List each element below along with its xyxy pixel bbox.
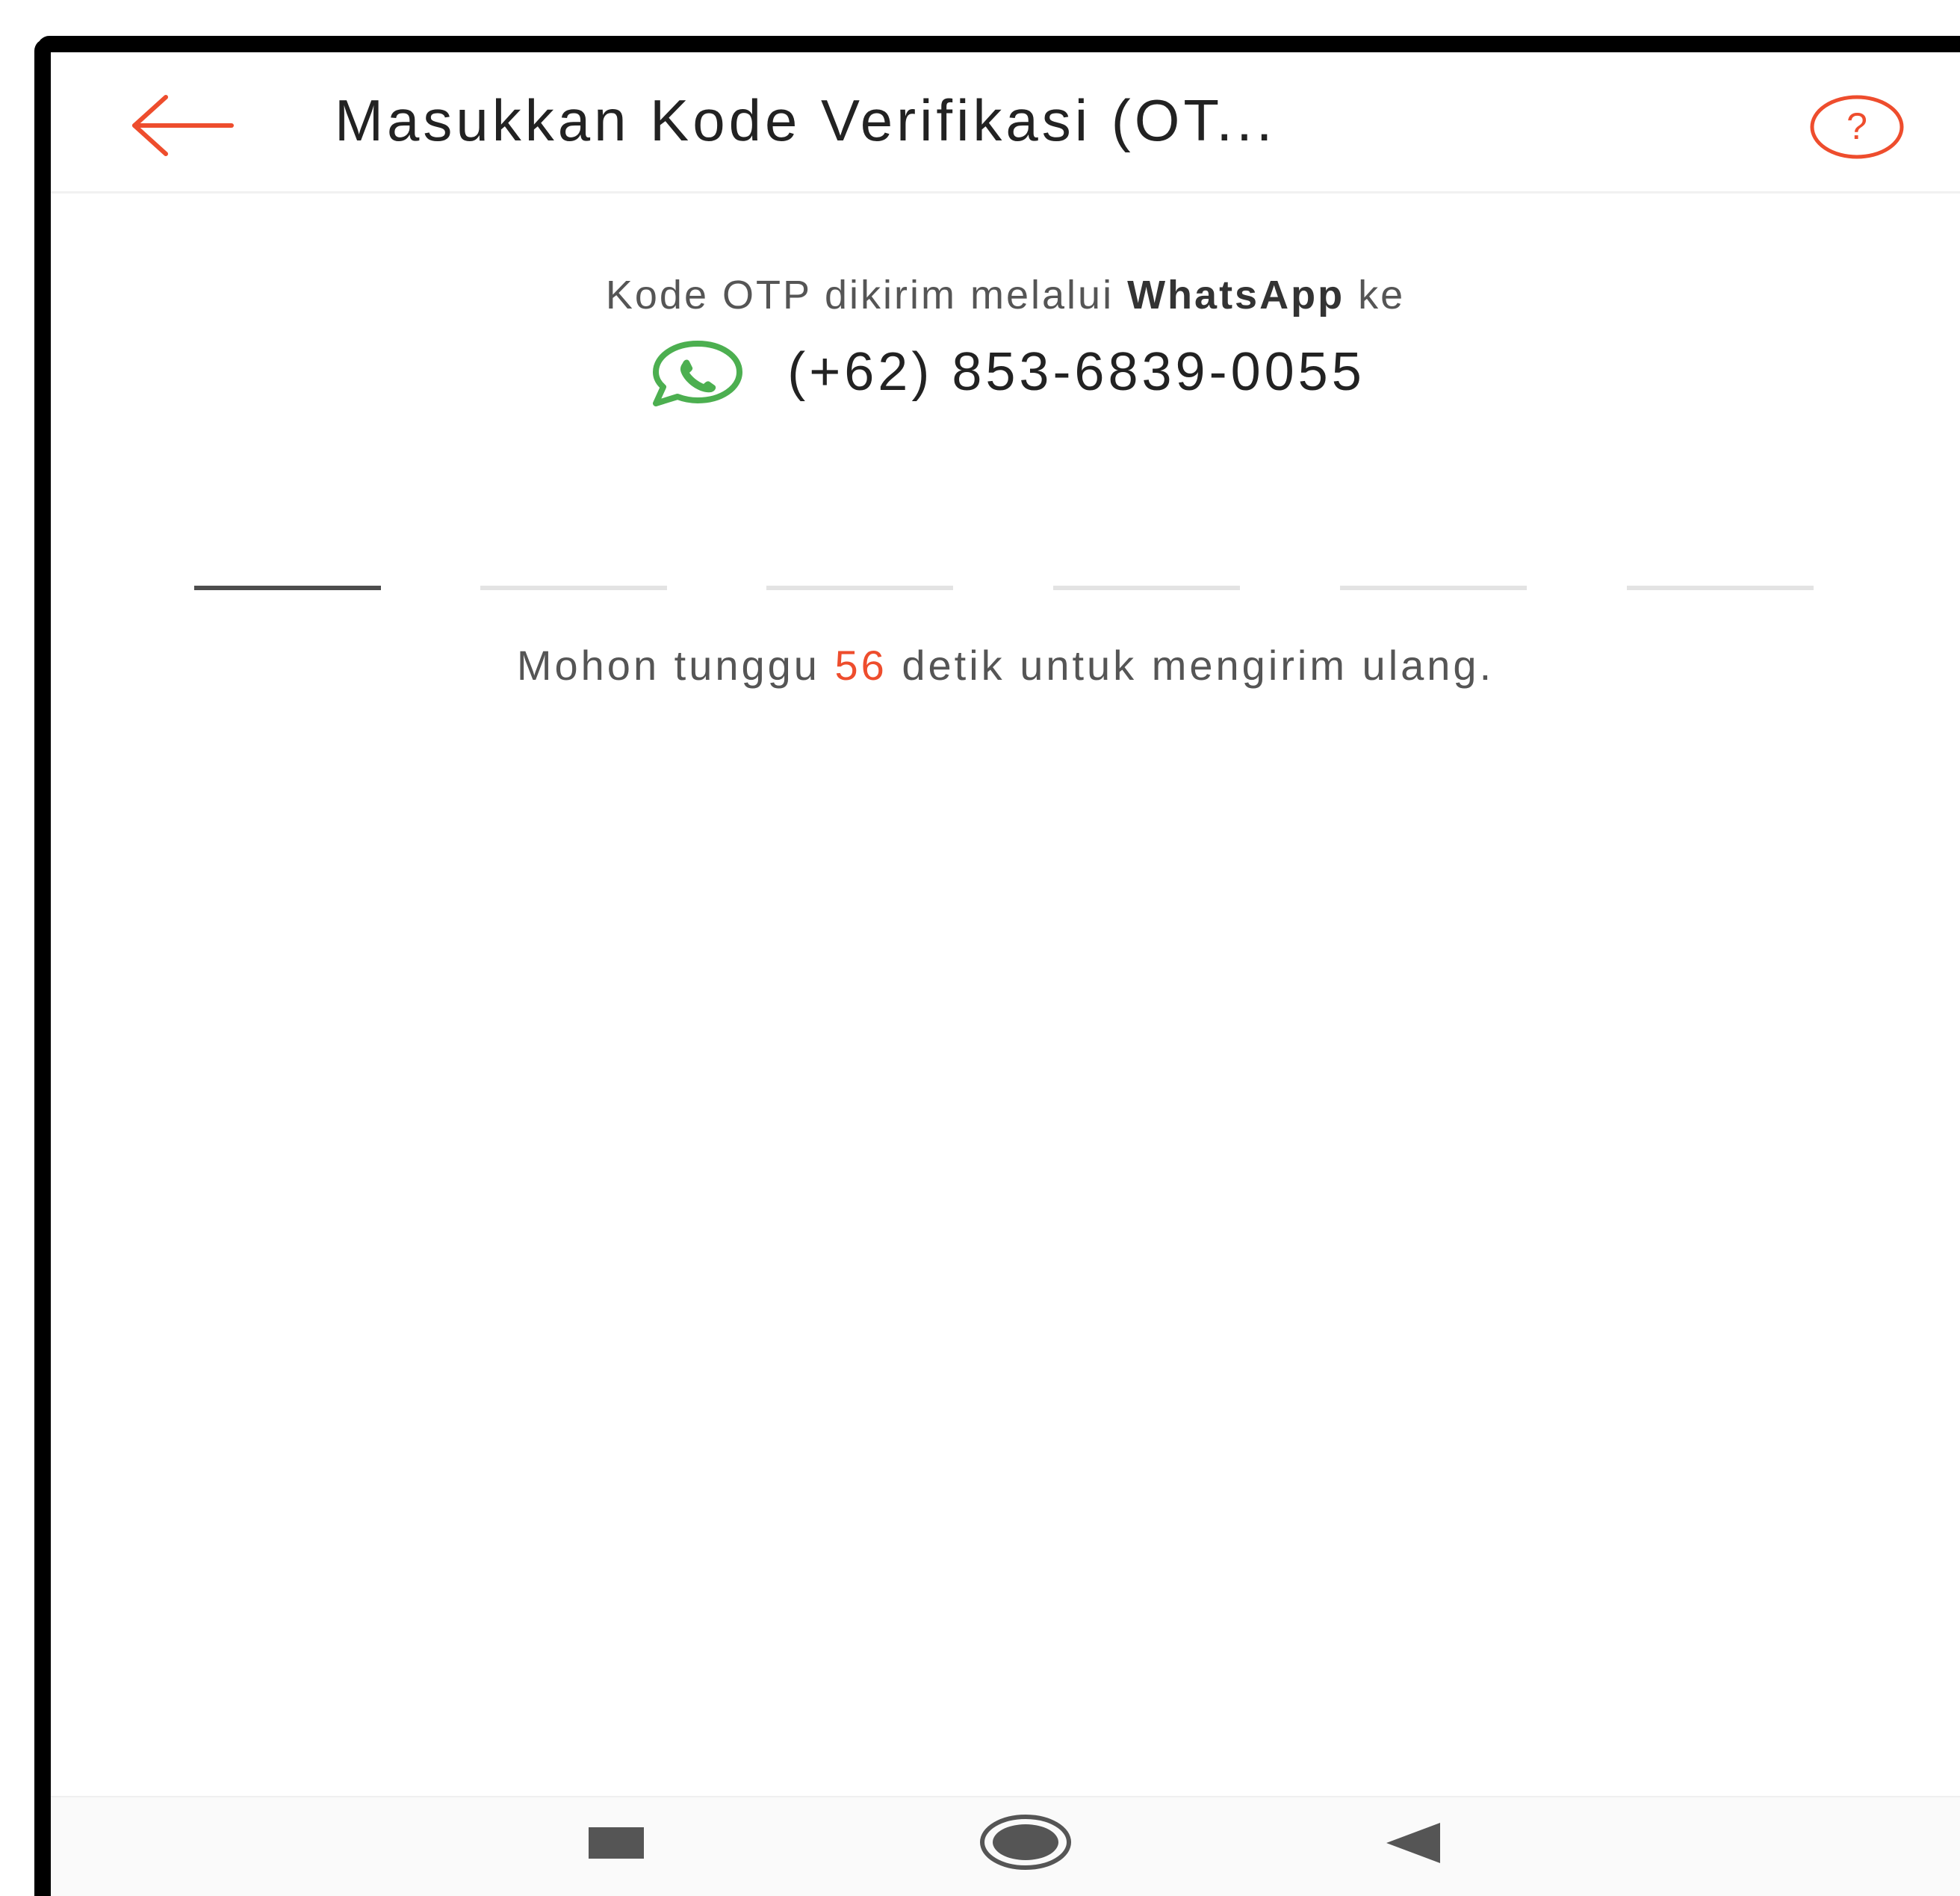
resend-prefix: Mohon tunggu — [516, 642, 835, 689]
countdown-seconds: 56 — [834, 642, 887, 689]
otp-sent-prefix: Kode OTP dikirim melalui — [605, 273, 1128, 317]
resend-suffix: detik untuk mengirim ulang. — [887, 642, 1495, 689]
otp-digit-3[interactable] — [766, 530, 953, 590]
otp-digit-6[interactable] — [1627, 530, 1814, 590]
otp-digit-5[interactable] — [1340, 530, 1527, 590]
otp-sent-suffix: ke — [1345, 273, 1406, 317]
otp-digit-2[interactable] — [480, 530, 667, 590]
arrow-left-icon — [132, 95, 234, 156]
device-frame-top — [37, 36, 1960, 52]
phone-screen: Masukkan Kode Verifikasi (OT... ? Kode O… — [51, 52, 1960, 1896]
resend-countdown-text: Mohon tunggu 56 detik untuk mengirim ula… — [51, 641, 1960, 690]
otp-digit-1[interactable] — [194, 530, 381, 590]
device-frame-left — [34, 39, 51, 1896]
otp-digit-4[interactable] — [1053, 530, 1240, 590]
page: Masukkan Kode Verifikasi (OT... ? Kode O… — [0, 0, 1960, 1896]
app-header: Masukkan Kode Verifikasi (OT... ? — [51, 52, 1960, 193]
otp-channel-name: WhatsApp — [1127, 273, 1345, 317]
recent-apps-icon[interactable] — [589, 1827, 644, 1859]
otp-sent-info: Kode OTP dikirim melalui WhatsApp ke — [51, 272, 1960, 318]
question-circle-icon: ? — [1810, 95, 1904, 159]
svg-text:?: ? — [1846, 105, 1867, 147]
page-title: Masukkan Kode Verifikasi (OT... — [335, 87, 1277, 153]
system-nav-bar — [51, 1796, 1960, 1896]
help-button[interactable]: ? — [1806, 90, 1908, 164]
home-icon[interactable] — [977, 1812, 1074, 1872]
otp-input-row[interactable] — [194, 530, 1814, 590]
back-button[interactable] — [120, 88, 239, 163]
back-triangle-icon[interactable] — [1382, 1817, 1443, 1869]
whatsapp-icon — [653, 341, 743, 406]
phone-number-row: (+62) 853-6839-0055 — [51, 335, 1960, 409]
phone-number: (+62) 853-6839-0055 — [787, 342, 1365, 402]
